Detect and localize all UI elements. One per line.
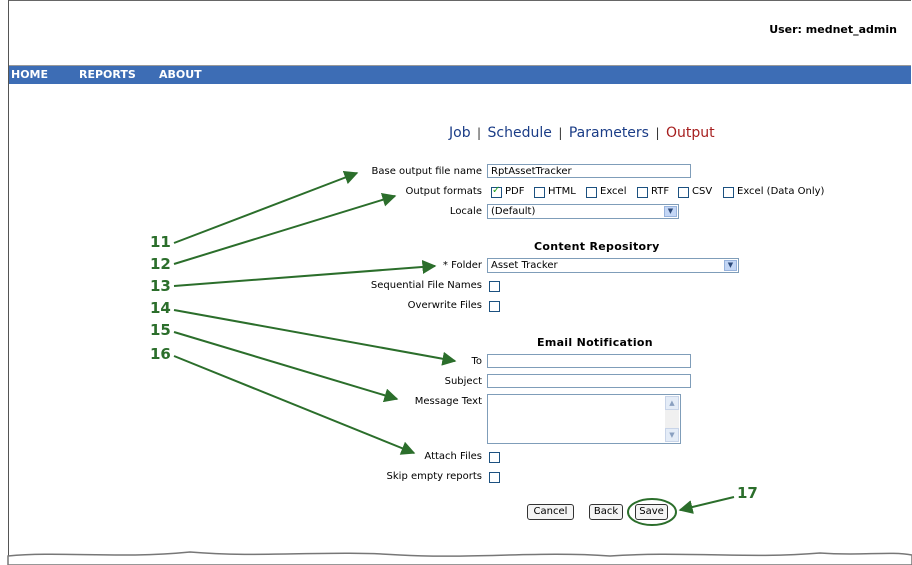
step-separator: | bbox=[655, 126, 660, 140]
step-parameters[interactable]: Parameters bbox=[569, 125, 649, 141]
attach-files-checkbox[interactable] bbox=[489, 452, 500, 463]
skip-empty-reports-label: Skip empty reports bbox=[386, 471, 482, 482]
cancel-button[interactable]: Cancel bbox=[527, 504, 574, 520]
step-job[interactable]: Job bbox=[449, 125, 471, 141]
callout-number-17: 17 bbox=[737, 484, 758, 502]
step-schedule[interactable]: Schedule bbox=[488, 125, 552, 141]
to-input[interactable] bbox=[487, 354, 691, 368]
format-csv-checkbox[interactable] bbox=[678, 187, 689, 198]
sequential-file-names-checkbox[interactable] bbox=[489, 281, 500, 292]
header-bar: User: mednet_admin bbox=[9, 0, 911, 66]
callout-number-11: 11 bbox=[150, 233, 171, 251]
format-html-checkbox[interactable] bbox=[534, 187, 545, 198]
base-name-input[interactable] bbox=[487, 164, 691, 178]
step-separator: | bbox=[558, 126, 563, 140]
base-name-label: Base output file name bbox=[371, 166, 482, 177]
format-pdf-label: PDF bbox=[505, 186, 525, 197]
to-label: To bbox=[471, 356, 482, 367]
callout-number-12: 12 bbox=[150, 255, 171, 273]
attach-files-label: Attach Files bbox=[424, 451, 482, 462]
scroll-down-icon[interactable]: ▼ bbox=[665, 428, 679, 442]
sequential-file-names-label: Sequential File Names bbox=[370, 280, 482, 291]
output-formats-label: Output formats bbox=[405, 186, 483, 197]
save-button[interactable]: Save bbox=[635, 504, 668, 520]
folder-select[interactable]: Asset Tracker ▼ bbox=[487, 258, 739, 273]
nav-reports[interactable]: REPORTS bbox=[79, 68, 136, 81]
email-notification-heading: Email Notification bbox=[537, 336, 653, 349]
step-separator: | bbox=[477, 126, 482, 140]
step-output[interactable]: Output bbox=[666, 125, 715, 141]
nav-home[interactable]: HOME bbox=[11, 68, 48, 81]
folder-value: Asset Tracker bbox=[491, 260, 558, 271]
format-excel-label: Excel bbox=[600, 186, 627, 197]
content-repository-heading: Content Repository bbox=[534, 240, 660, 253]
callout-number-14: 14 bbox=[150, 299, 171, 317]
format-rtf-label: RTF bbox=[651, 186, 670, 197]
format-rtf-checkbox[interactable] bbox=[637, 187, 648, 198]
wizard-steps: Job | Schedule | Parameters | Output bbox=[449, 125, 715, 141]
back-button[interactable]: Back bbox=[589, 504, 623, 520]
scrollbar[interactable]: ▲ ▼ bbox=[665, 396, 679, 442]
nav-about[interactable]: ABOUT bbox=[159, 68, 202, 81]
callout-number-15: 15 bbox=[150, 321, 171, 339]
chevron-down-icon[interactable]: ▼ bbox=[724, 260, 737, 271]
locale-label: Locale bbox=[449, 206, 482, 217]
format-excel-data-only-label: Excel (Data Only) bbox=[737, 186, 825, 197]
chevron-down-icon[interactable]: ▼ bbox=[664, 206, 677, 217]
format-html-label: HTML bbox=[548, 186, 576, 197]
subject-input[interactable] bbox=[487, 374, 691, 388]
overwrite-files-checkbox[interactable] bbox=[489, 301, 500, 312]
locale-value: (Default) bbox=[491, 206, 536, 217]
scroll-up-icon[interactable]: ▲ bbox=[665, 396, 679, 410]
user-label: User: mednet_admin bbox=[769, 23, 897, 36]
callout-number-13: 13 bbox=[150, 277, 171, 295]
format-excel-data-only-checkbox[interactable] bbox=[723, 187, 734, 198]
overwrite-files-label: Overwrite Files bbox=[407, 300, 482, 311]
locale-select[interactable]: (Default) ▼ bbox=[487, 204, 679, 219]
subject-label: Subject bbox=[444, 376, 482, 387]
format-excel-checkbox[interactable] bbox=[586, 187, 597, 198]
message-text-label: Message Text bbox=[414, 396, 482, 407]
message-text-area[interactable]: ▲ ▼ bbox=[487, 394, 681, 444]
folder-label: * Folder bbox=[442, 260, 482, 271]
format-pdf-checkbox[interactable] bbox=[491, 185, 502, 198]
nav-bar: HOME REPORTS ABOUT bbox=[9, 66, 911, 84]
format-csv-label: CSV bbox=[692, 186, 713, 197]
skip-empty-reports-checkbox[interactable] bbox=[489, 472, 500, 483]
callout-number-16: 16 bbox=[150, 345, 171, 363]
